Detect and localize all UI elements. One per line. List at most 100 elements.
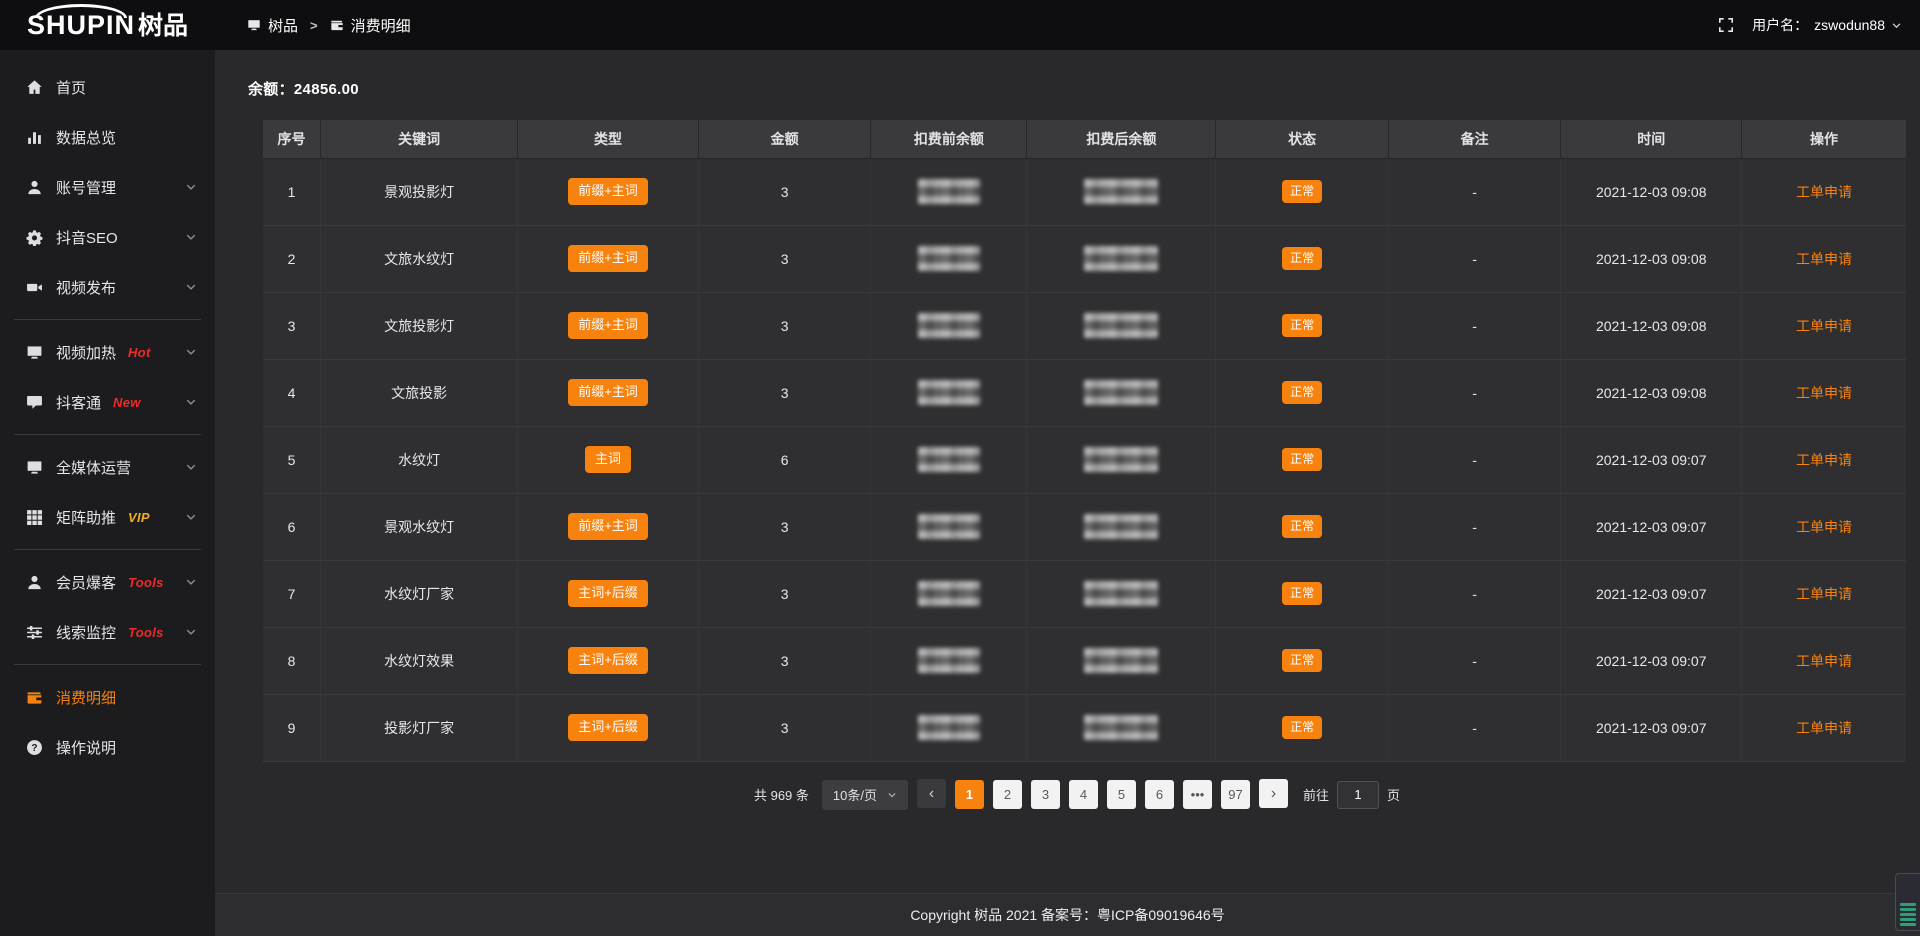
user-icon bbox=[26, 179, 43, 196]
goto-page: 前往 页 bbox=[1303, 781, 1400, 809]
page-buttons: 123456 ••• 97 bbox=[955, 780, 1250, 809]
type-badge: 主词+后缀 bbox=[568, 647, 648, 673]
page-size-select[interactable]: 10条/页 bbox=[822, 780, 908, 810]
more-pages-button[interactable]: ••• bbox=[1183, 780, 1212, 809]
gear-icon bbox=[26, 229, 43, 246]
cell-index: 1 bbox=[263, 158, 321, 225]
work-order-link[interactable]: 工单申请 bbox=[1796, 318, 1852, 334]
cell-amount: 6 bbox=[698, 426, 871, 493]
cell-time: 2021-12-03 09:07 bbox=[1561, 560, 1742, 627]
page-button-5[interactable]: 5 bbox=[1107, 780, 1136, 809]
sidebar-item-home[interactable]: 首页 bbox=[0, 62, 215, 112]
cell-type: 主词+后缀 bbox=[518, 560, 699, 627]
sidebar-item-consumption-detail[interactable]: 消费明细 bbox=[0, 672, 215, 722]
cell-time: 2021-12-03 09:08 bbox=[1561, 225, 1742, 292]
chevron-down-icon bbox=[185, 626, 197, 638]
sidebar-item-douketong[interactable]: 抖客通New bbox=[0, 377, 215, 427]
type-badge: 前缀+主词 bbox=[568, 245, 648, 271]
cell-type: 前缀+主词 bbox=[518, 493, 699, 560]
sidebar-item-video-heating[interactable]: 视频加热Hot bbox=[0, 327, 215, 377]
sidebar-item-video-publish[interactable]: 视频发布 bbox=[0, 262, 215, 312]
cell-remark: - bbox=[1388, 359, 1561, 426]
work-order-link[interactable]: 工单申请 bbox=[1796, 653, 1852, 669]
page-button-2[interactable]: 2 bbox=[993, 780, 1022, 809]
cell-action: 工单申请 bbox=[1742, 694, 1906, 761]
goto-page-input[interactable] bbox=[1337, 781, 1379, 809]
work-order-link[interactable]: 工单申请 bbox=[1796, 586, 1852, 602]
fullscreen-icon[interactable] bbox=[1718, 17, 1734, 33]
work-order-link[interactable]: 工单申请 bbox=[1796, 251, 1852, 267]
redacted-balance-after bbox=[1084, 648, 1158, 673]
widget-stripe bbox=[1900, 923, 1916, 926]
cell-balance-after bbox=[1027, 560, 1216, 627]
work-order-link[interactable]: 工单申请 bbox=[1796, 519, 1852, 535]
cell-amount: 3 bbox=[698, 694, 871, 761]
page-button-6[interactable]: 6 bbox=[1145, 780, 1174, 809]
wallet-icon bbox=[330, 18, 344, 32]
page-button-97[interactable]: 97 bbox=[1221, 780, 1250, 809]
user-label: 用户名： bbox=[1752, 15, 1808, 35]
cell-keyword: 文旅水纹灯 bbox=[321, 225, 518, 292]
wallet-icon bbox=[26, 689, 43, 706]
cell-index: 6 bbox=[263, 493, 321, 560]
sidebar-item-label: 操作说明 bbox=[56, 737, 116, 758]
redacted-balance-after bbox=[1084, 514, 1158, 539]
type-badge: 前缀+主词 bbox=[568, 312, 648, 338]
cell-action: 工单申请 bbox=[1742, 493, 1906, 560]
cell-index: 2 bbox=[263, 225, 321, 292]
cell-action: 工单申请 bbox=[1742, 627, 1906, 694]
sidebar-item-instructions[interactable]: ? 操作说明 bbox=[0, 722, 215, 772]
status-badge: 正常 bbox=[1282, 716, 1322, 739]
page-button-3[interactable]: 3 bbox=[1031, 780, 1060, 809]
redacted-balance-before bbox=[918, 313, 980, 338]
user-menu[interactable]: 用户名：zswodun88 bbox=[1752, 15, 1902, 35]
sidebar-item-douyin-seo[interactable]: 抖音SEO bbox=[0, 212, 215, 262]
table-row: 2文旅水纹灯前缀+主词3正常-2021-12-03 09:08工单申请 bbox=[263, 225, 1906, 292]
cell-action: 工单申请 bbox=[1742, 426, 1906, 493]
type-badge: 前缀+主词 bbox=[568, 178, 648, 204]
prev-page-button[interactable]: ‹ bbox=[917, 779, 946, 808]
sidebar-item-member-baoke[interactable]: 会员爆客Tools bbox=[0, 557, 215, 607]
cell-balance-after bbox=[1027, 225, 1216, 292]
table-row: 7水纹灯厂家主词+后缀3正常-2021-12-03 09:07工单申请 bbox=[263, 560, 1906, 627]
sidebar-item-tag: Tools bbox=[128, 625, 164, 640]
breadcrumb-item-home[interactable]: 树品 bbox=[247, 15, 298, 36]
topbar: SHUPIN 树品 树品 > 消费明细 用户名：zswodun88 bbox=[0, 0, 1920, 50]
copyright-text: Copyright 树品 2021 备案号：粤ICP备09019646号 bbox=[910, 905, 1224, 925]
svg-text:?: ? bbox=[31, 743, 37, 754]
chevron-down-icon bbox=[185, 231, 197, 243]
work-order-link[interactable]: 工单申请 bbox=[1796, 385, 1852, 401]
table-row: 6景观水纹灯前缀+主词3正常-2021-12-03 09:07工单申请 bbox=[263, 493, 1906, 560]
floating-widget[interactable] bbox=[1895, 873, 1920, 931]
redacted-balance-before bbox=[918, 514, 980, 539]
cell-keyword: 文旅投影 bbox=[321, 359, 518, 426]
work-order-link[interactable]: 工单申请 bbox=[1796, 452, 1852, 468]
breadcrumb-item-current[interactable]: 消费明细 bbox=[330, 15, 411, 36]
type-badge: 主词 bbox=[585, 446, 631, 472]
sidebar-item-data-overview[interactable]: 数据总览 bbox=[0, 112, 215, 162]
work-order-link[interactable]: 工单申请 bbox=[1796, 184, 1852, 200]
sidebar-item-account-management[interactable]: 账号管理 bbox=[0, 162, 215, 212]
sidebar-item-tag: New bbox=[113, 395, 141, 410]
redacted-balance-after bbox=[1084, 380, 1158, 405]
cell-remark: - bbox=[1388, 225, 1561, 292]
sidebar-item-label: 全媒体运营 bbox=[56, 457, 131, 478]
question-icon: ? bbox=[26, 739, 43, 756]
cell-action: 工单申请 bbox=[1742, 560, 1906, 627]
page-button-4[interactable]: 4 bbox=[1069, 780, 1098, 809]
cell-status: 正常 bbox=[1216, 225, 1389, 292]
cell-remark: - bbox=[1388, 158, 1561, 225]
sidebar-item-matrix-boost[interactable]: 矩阵助推VIP bbox=[0, 492, 215, 542]
cell-index: 7 bbox=[263, 560, 321, 627]
next-page-button[interactable]: › bbox=[1259, 779, 1288, 808]
cell-status: 正常 bbox=[1216, 158, 1389, 225]
breadcrumb-label: 消费明细 bbox=[351, 15, 411, 36]
table-row: 8水纹灯效果主词+后缀3正常-2021-12-03 09:07工单申请 bbox=[263, 627, 1906, 694]
page-button-1[interactable]: 1 bbox=[955, 780, 984, 809]
sidebar: 首页数据总览账号管理抖音SEO视频发布视频加热Hot抖客通New 全媒体运营矩阵助… bbox=[0, 50, 215, 936]
sidebar-item-label: 数据总览 bbox=[56, 127, 116, 148]
cell-index: 5 bbox=[263, 426, 321, 493]
sidebar-item-all-media-operation[interactable]: 全媒体运营 bbox=[0, 442, 215, 492]
work-order-link[interactable]: 工单申请 bbox=[1796, 720, 1852, 736]
sidebar-item-clue-monitor[interactable]: 线索监控Tools bbox=[0, 607, 215, 657]
